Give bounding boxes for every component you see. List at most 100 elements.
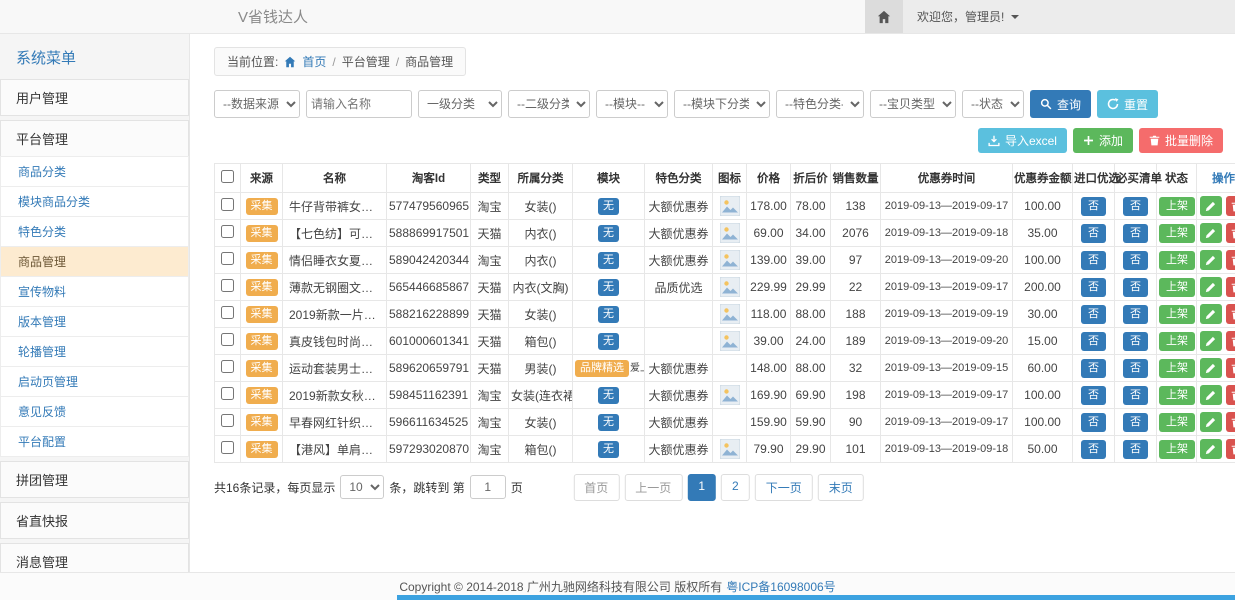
- delete-button[interactable]: [1226, 331, 1235, 351]
- edit-button[interactable]: [1200, 304, 1222, 324]
- status-button[interactable]: 上架: [1159, 413, 1195, 432]
- select-all-checkbox[interactable]: [221, 170, 234, 183]
- edit-button[interactable]: [1200, 196, 1222, 216]
- must-buy-toggle[interactable]: 否: [1123, 305, 1148, 324]
- status-button[interactable]: 上架: [1159, 386, 1195, 405]
- search-button[interactable]: 查询: [1030, 90, 1091, 118]
- must-buy-toggle[interactable]: 否: [1123, 359, 1148, 378]
- sidebar-group-item[interactable]: 平台管理: [0, 120, 189, 157]
- pager-button[interactable]: 下一页: [755, 474, 813, 501]
- sidebar-sub-item[interactable]: 轮播管理: [0, 336, 189, 367]
- delete-button[interactable]: [1226, 412, 1235, 432]
- add-button[interactable]: 添加: [1073, 128, 1133, 153]
- row-checkbox[interactable]: [221, 198, 234, 211]
- filter-select[interactable]: --数据来源--: [214, 90, 300, 118]
- status-button[interactable]: 上架: [1159, 332, 1195, 351]
- delete-button[interactable]: [1226, 277, 1235, 297]
- sidebar-group-item[interactable]: 省直快报: [0, 502, 189, 539]
- import-select-toggle[interactable]: 否: [1081, 386, 1106, 405]
- row-checkbox[interactable]: [221, 252, 234, 265]
- import-select-toggle[interactable]: 否: [1081, 332, 1106, 351]
- filter-select[interactable]: --宝贝类型--: [870, 90, 956, 118]
- filter-select[interactable]: --特色分类--: [776, 90, 864, 118]
- delete-button[interactable]: [1226, 304, 1235, 324]
- edit-button[interactable]: [1200, 358, 1222, 378]
- row-checkbox[interactable]: [221, 279, 234, 292]
- import-select-toggle[interactable]: 否: [1081, 278, 1106, 297]
- row-checkbox[interactable]: [221, 306, 234, 319]
- edit-button[interactable]: [1200, 331, 1222, 351]
- must-buy-toggle[interactable]: 否: [1123, 332, 1148, 351]
- sidebar-sub-item[interactable]: 模块商品分类: [0, 186, 189, 217]
- pager-button[interactable]: 1: [687, 474, 716, 501]
- must-buy-toggle[interactable]: 否: [1123, 413, 1148, 432]
- import-select-toggle[interactable]: 否: [1081, 440, 1106, 459]
- filter-select[interactable]: 一级分类: [418, 90, 502, 118]
- import-select-toggle[interactable]: 否: [1081, 251, 1106, 270]
- row-checkbox[interactable]: [221, 333, 234, 346]
- filter-select[interactable]: --模块下分类--: [674, 90, 770, 118]
- status-button[interactable]: 上架: [1159, 224, 1195, 243]
- status-button[interactable]: 上架: [1159, 197, 1195, 216]
- edit-button[interactable]: [1200, 223, 1222, 243]
- filter-select[interactable]: --模块--: [596, 90, 668, 118]
- pager-button[interactable]: 上一页: [624, 474, 682, 501]
- delete-button[interactable]: [1226, 385, 1235, 405]
- home-button[interactable]: [865, 0, 903, 33]
- row-checkbox[interactable]: [221, 414, 234, 427]
- status-button[interactable]: 上架: [1159, 305, 1195, 324]
- filter-select[interactable]: --二级分类--: [508, 90, 590, 118]
- status-button[interactable]: 上架: [1159, 359, 1195, 378]
- sidebar-sub-item[interactable]: 版本管理: [0, 306, 189, 337]
- import-select-toggle[interactable]: 否: [1081, 224, 1106, 243]
- user-menu[interactable]: 欢迎您，管理员!: [903, 0, 1033, 33]
- sidebar-sub-item[interactable]: 商品分类: [0, 156, 189, 187]
- sidebar-sub-item[interactable]: 意见反馈: [0, 396, 189, 427]
- import-select-toggle[interactable]: 否: [1081, 305, 1106, 324]
- delete-button[interactable]: [1226, 439, 1235, 459]
- page-jump-input[interactable]: [470, 475, 506, 499]
- status-button[interactable]: 上架: [1159, 278, 1195, 297]
- pager-button[interactable]: 2: [721, 474, 750, 501]
- edit-button[interactable]: [1200, 277, 1222, 297]
- must-buy-toggle[interactable]: 否: [1123, 251, 1148, 270]
- icp-link[interactable]: 粤ICP备16098006号: [726, 578, 835, 595]
- row-checkbox[interactable]: [221, 360, 234, 373]
- status-button[interactable]: 上架: [1159, 251, 1195, 270]
- import-excel-button[interactable]: 导入excel: [978, 128, 1067, 153]
- delete-button[interactable]: [1226, 223, 1235, 243]
- delete-button[interactable]: [1226, 250, 1235, 270]
- sidebar-sub-item[interactable]: 启动页管理: [0, 366, 189, 397]
- must-buy-toggle[interactable]: 否: [1123, 224, 1148, 243]
- edit-button[interactable]: [1200, 412, 1222, 432]
- sidebar-sub-item[interactable]: 商品管理: [0, 246, 189, 277]
- sidebar-sub-item[interactable]: 平台配置: [0, 426, 189, 457]
- sidebar-sub-item[interactable]: 宣传物料: [0, 276, 189, 307]
- status-button[interactable]: 上架: [1159, 440, 1195, 459]
- row-checkbox[interactable]: [221, 225, 234, 238]
- edit-button[interactable]: [1200, 250, 1222, 270]
- sidebar-group-item[interactable]: 拼团管理: [0, 461, 189, 498]
- delete-button[interactable]: [1226, 196, 1235, 216]
- filter-select[interactable]: --状态--: [962, 90, 1024, 118]
- pager-button[interactable]: 末页: [818, 474, 864, 501]
- import-select-toggle[interactable]: 否: [1081, 413, 1106, 432]
- sidebar-sub-item[interactable]: 特色分类: [0, 216, 189, 247]
- name-filter-input[interactable]: [306, 90, 412, 118]
- edit-button[interactable]: [1200, 439, 1222, 459]
- pager-button[interactable]: 首页: [573, 474, 619, 501]
- sidebar-group-item[interactable]: 消息管理: [0, 543, 189, 572]
- import-select-toggle[interactable]: 否: [1081, 197, 1106, 216]
- row-checkbox[interactable]: [221, 387, 234, 400]
- reset-button[interactable]: 重置: [1097, 90, 1158, 118]
- must-buy-toggle[interactable]: 否: [1123, 197, 1148, 216]
- batch-delete-button[interactable]: 批量删除: [1139, 128, 1223, 153]
- per-page-select[interactable]: 10: [340, 475, 384, 499]
- breadcrumb-home-link[interactable]: 首页: [302, 53, 326, 70]
- delete-button[interactable]: [1226, 358, 1235, 378]
- must-buy-toggle[interactable]: 否: [1123, 386, 1148, 405]
- edit-button[interactable]: [1200, 385, 1222, 405]
- row-checkbox[interactable]: [221, 441, 234, 454]
- import-select-toggle[interactable]: 否: [1081, 359, 1106, 378]
- must-buy-toggle[interactable]: 否: [1123, 440, 1148, 459]
